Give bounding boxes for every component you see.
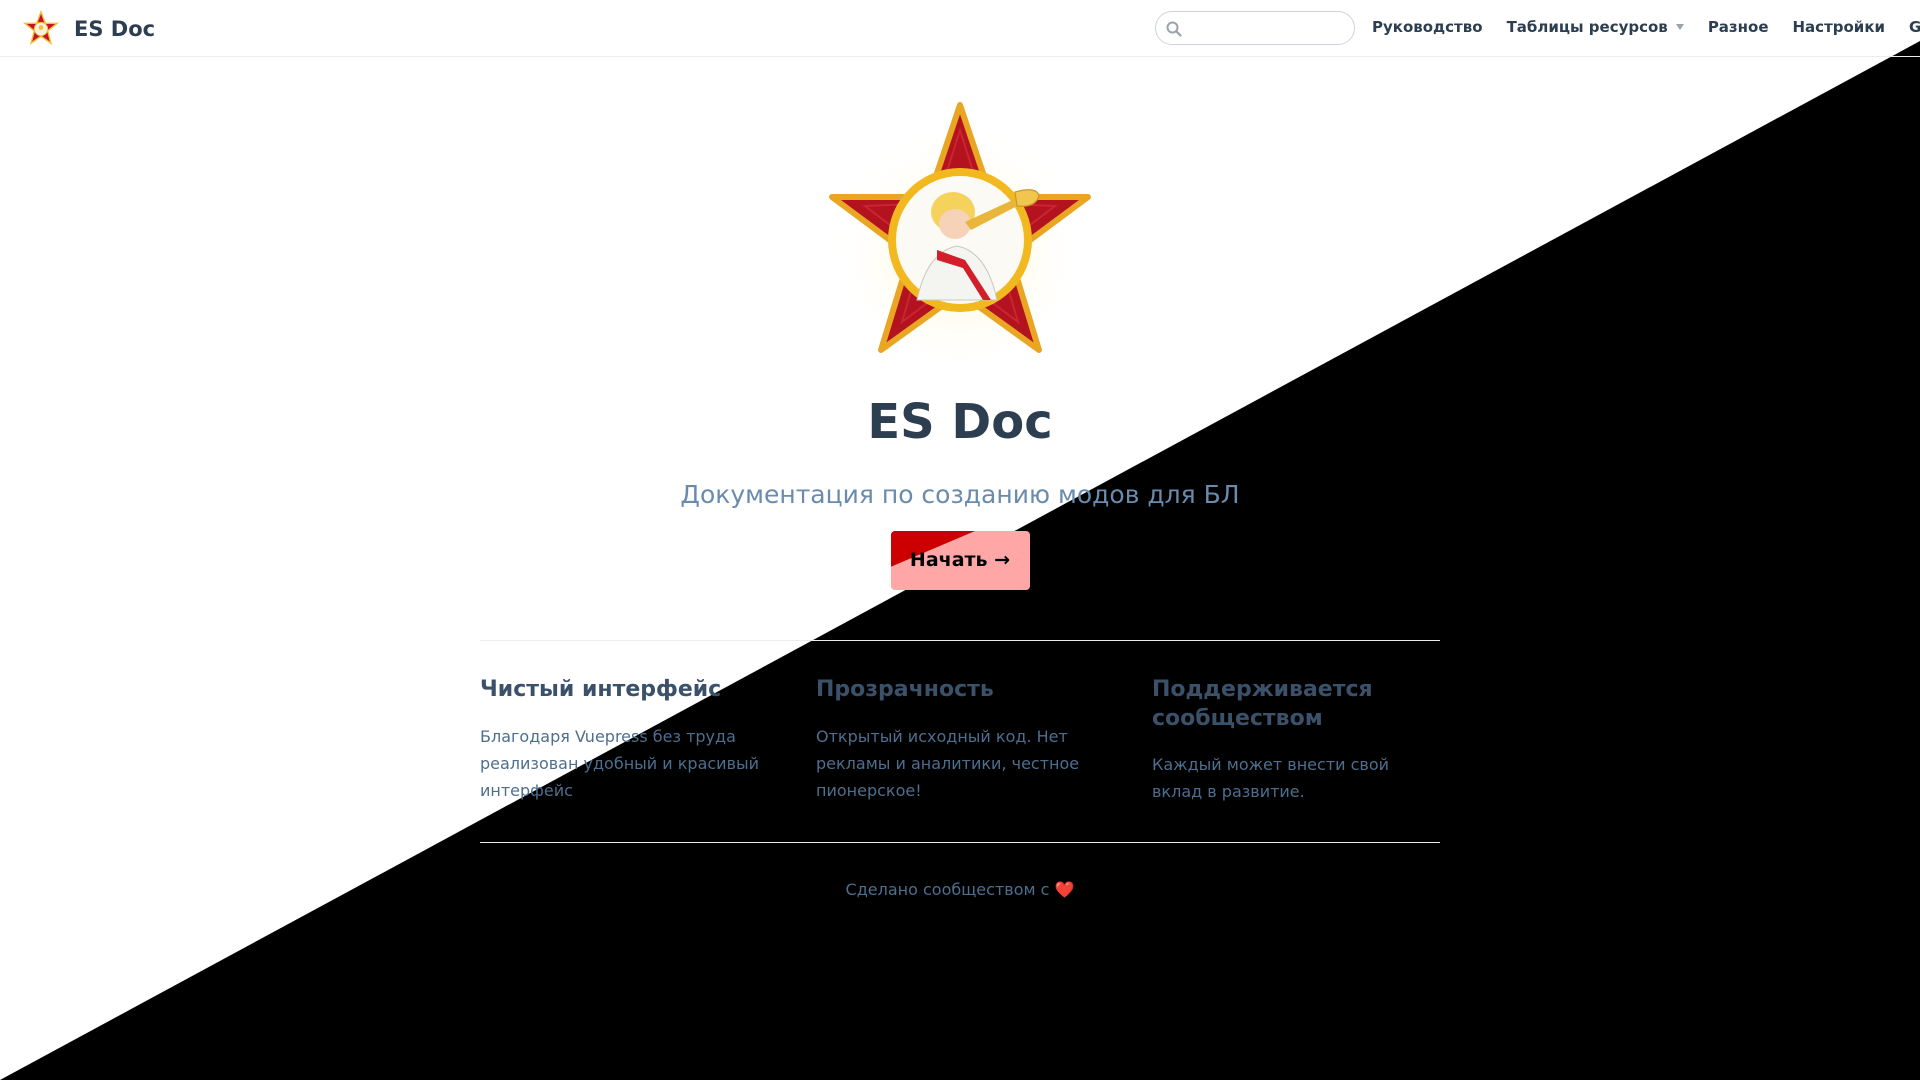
feature-details: Каждый может внести свой вклад в развити… — [1152, 755, 1390, 802]
nav-item-settings[interactable]: Настройки — [1793, 18, 1886, 36]
feature-details: Благодаря Vuepress без труда реализован … — [480, 726, 760, 800]
nav-links: Руководство Таблицы ресурсов Разное Наст… — [1372, 18, 1920, 36]
get-started-button[interactable]: Начать → — [890, 531, 1030, 590]
pioneer-star-emblem — [829, 102, 1091, 360]
feature-details: Открытый исходный код. Нет рекламы и ана… — [816, 726, 1080, 800]
features: Чистый интерфейс Благодаря Vuepress без … — [480, 676, 1440, 806]
features-divider — [480, 640, 1440, 641]
hero-title: ES Doc — [867, 394, 1053, 450]
nav-item-resource-tables-label: Таблицы ресурсов — [1506, 18, 1668, 36]
nav-item-misc[interactable]: Разное — [1708, 18, 1769, 36]
footer-text: Сделано сообществом с — [845, 880, 1050, 899]
footer: Сделано сообществом с ❤️ — [0, 880, 1920, 899]
brand-link[interactable]: ES Doc — [22, 10, 155, 48]
feature-title: Поддерживается сообществом — [1152, 677, 1373, 731]
navbar: ES Doc Руководство Таблицы ресурсов Разн… — [0, 0, 1920, 57]
feature-transparency: Прозрачность Открытый исходный код. Нет … — [816, 676, 1104, 806]
nav-item-resource-tables[interactable]: Таблицы ресурсов — [1507, 18, 1684, 36]
search-icon — [1166, 21, 1182, 37]
site-title: ES Doc — [74, 17, 156, 41]
search-box[interactable] — [1155, 11, 1355, 45]
heart-icon: ❤️ — [1054, 880, 1075, 899]
feature-clean-ui: Чистый интерфейс Благодаря Vuepress без … — [480, 676, 768, 806]
search-input[interactable] — [1190, 16, 1350, 42]
feature-title: Чистый интерфейс — [480, 677, 722, 702]
nav-item-guide[interactable]: Руководство — [1372, 18, 1483, 36]
star-logo-icon — [22, 10, 60, 45]
feature-community: Поддерживается сообществом Каждый может … — [1152, 676, 1440, 806]
nav-item-github[interactable]: GitHub — [1909, 18, 1920, 36]
hero-description: Документация по созданию модов для БЛ — [680, 480, 1240, 509]
footer-divider — [480, 842, 1440, 843]
feature-title: Прозрачность — [816, 677, 994, 702]
hero: ES Doc Документация по созданию модов дл… — [0, 100, 1920, 590]
dropdown-caret-icon — [1675, 24, 1684, 30]
nav-item-github-label: GitHub — [1909, 18, 1920, 36]
